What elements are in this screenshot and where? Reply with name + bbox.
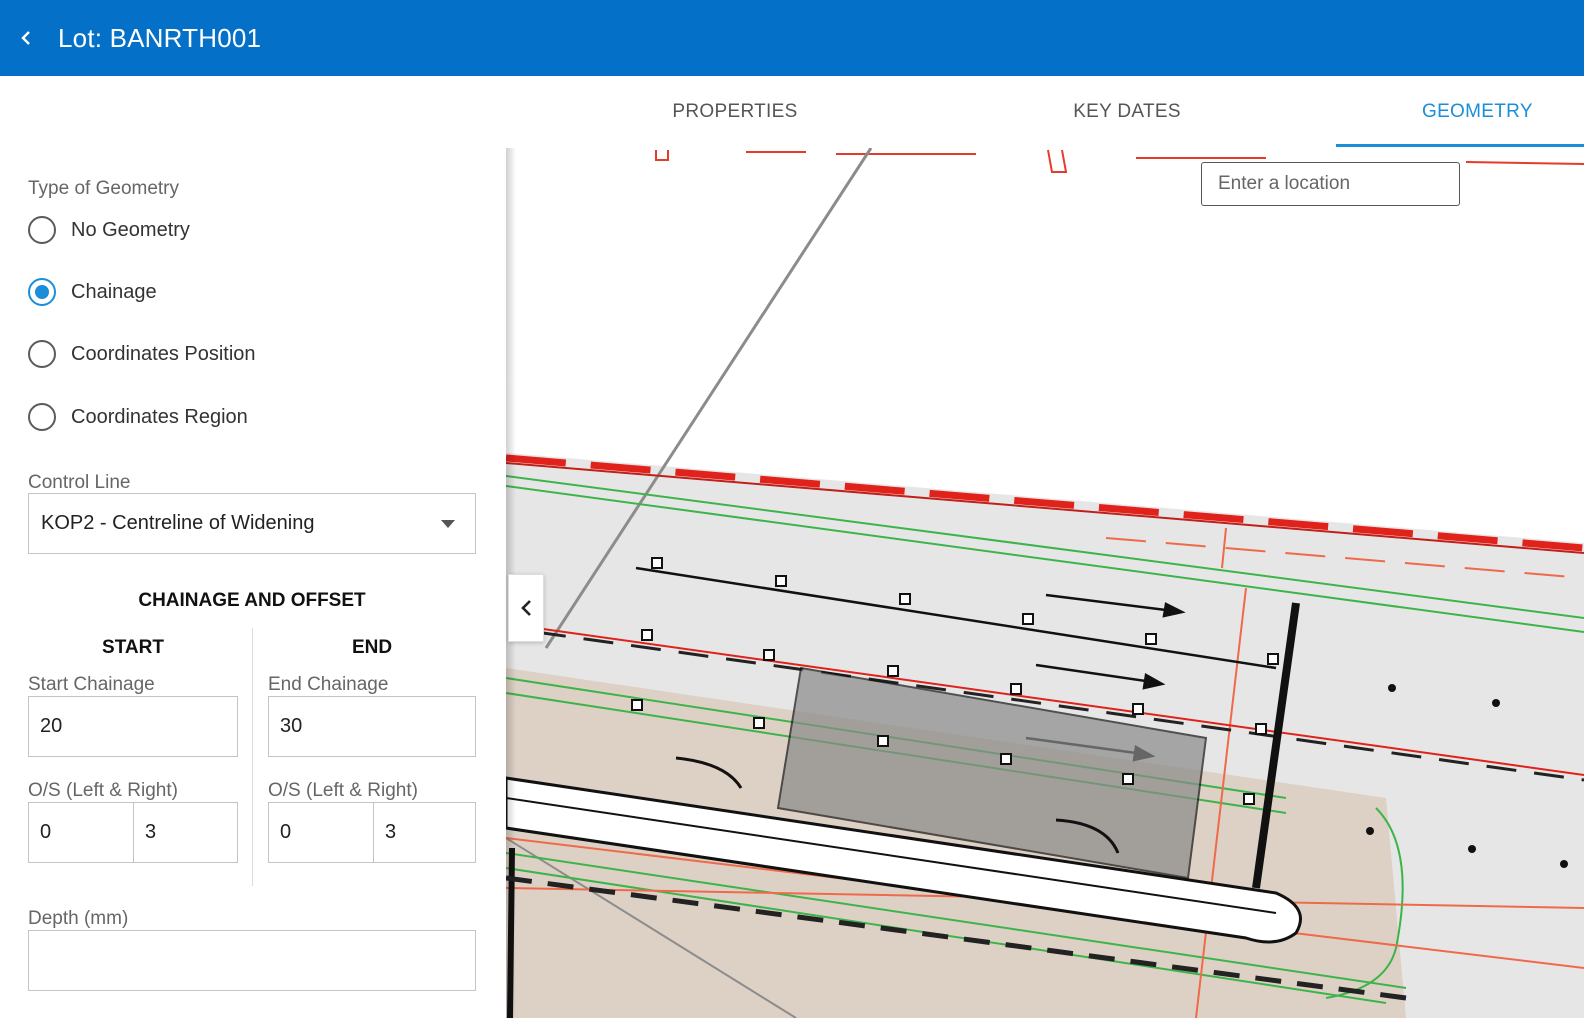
start-heading: START [102, 637, 164, 658]
geometry-form-panel: Type of Geometry No Geometry Chainage Co… [0, 148, 506, 1018]
column-divider [252, 628, 253, 886]
chevron-left-icon [521, 600, 531, 616]
map-view[interactable] [506, 148, 1584, 1018]
tab-geometry[interactable]: GEOMETRY [1420, 76, 1584, 148]
location-search-input[interactable] [1201, 162, 1460, 206]
depth-label: Depth (mm) [28, 908, 129, 929]
radio-button-selected[interactable] [28, 278, 56, 306]
geometry-type-label: Type of Geometry [28, 178, 180, 199]
start-offset-left-input[interactable]: 0 [28, 802, 134, 863]
tab-properties[interactable]: PROPERTIES [640, 76, 830, 148]
end-chainage-input[interactable]: 30 [268, 696, 476, 757]
radio-label: Chainage [71, 280, 157, 303]
engineering-drawing [506, 148, 1584, 1018]
radio-label: Coordinates Region [71, 405, 248, 428]
start-chainage-label: Start Chainage [28, 674, 155, 695]
start-offset-label: O/S (Left & Right) [28, 780, 178, 801]
end-offset-left-input[interactable]: 0 [268, 802, 374, 863]
radio-coordinates-position[interactable]: Coordinates Position [28, 340, 256, 368]
start-offset-right-input[interactable]: 3 [133, 802, 238, 863]
control-line-label: Control Line [28, 472, 131, 493]
page-title: Lot: BANRTH001 [58, 22, 262, 53]
chainage-offset-heading: CHAINAGE AND OFFSET [138, 590, 366, 611]
tab-bar: PROPERTIES KEY DATES GEOMETRY [540, 76, 1584, 148]
radio-label: No Geometry [71, 218, 190, 241]
tab-key-dates[interactable]: KEY DATES [1032, 76, 1222, 148]
radio-coordinates-region[interactable]: Coordinates Region [28, 403, 248, 431]
back-button[interactable] [0, 0, 52, 76]
radio-label: Coordinates Position [71, 342, 256, 365]
radio-button[interactable] [28, 403, 56, 431]
end-heading: END [351, 637, 393, 658]
chevron-left-icon [21, 31, 30, 45]
control-line-select[interactable]: KOP2 - Centreline of Widening [28, 493, 476, 554]
control-line-value: KOP2 - Centreline of Widening [41, 512, 315, 534]
collapse-panel-button[interactable] [508, 574, 544, 642]
radio-button[interactable] [28, 340, 56, 368]
start-chainage-input[interactable]: 20 [28, 696, 238, 757]
radio-no-geometry[interactable]: No Geometry [28, 216, 190, 244]
radio-chainage[interactable]: Chainage [28, 278, 157, 306]
end-offset-label: O/S (Left & Right) [268, 780, 418, 801]
dropdown-caret-icon [441, 520, 455, 528]
depth-input[interactable] [28, 930, 476, 991]
end-chainage-label: End Chainage [268, 674, 389, 695]
radio-button[interactable] [28, 216, 56, 244]
active-tab-indicator [1336, 144, 1584, 147]
end-offset-right-input[interactable]: 3 [373, 802, 476, 863]
app-bar: Lot: BANRTH001 [0, 0, 1584, 76]
